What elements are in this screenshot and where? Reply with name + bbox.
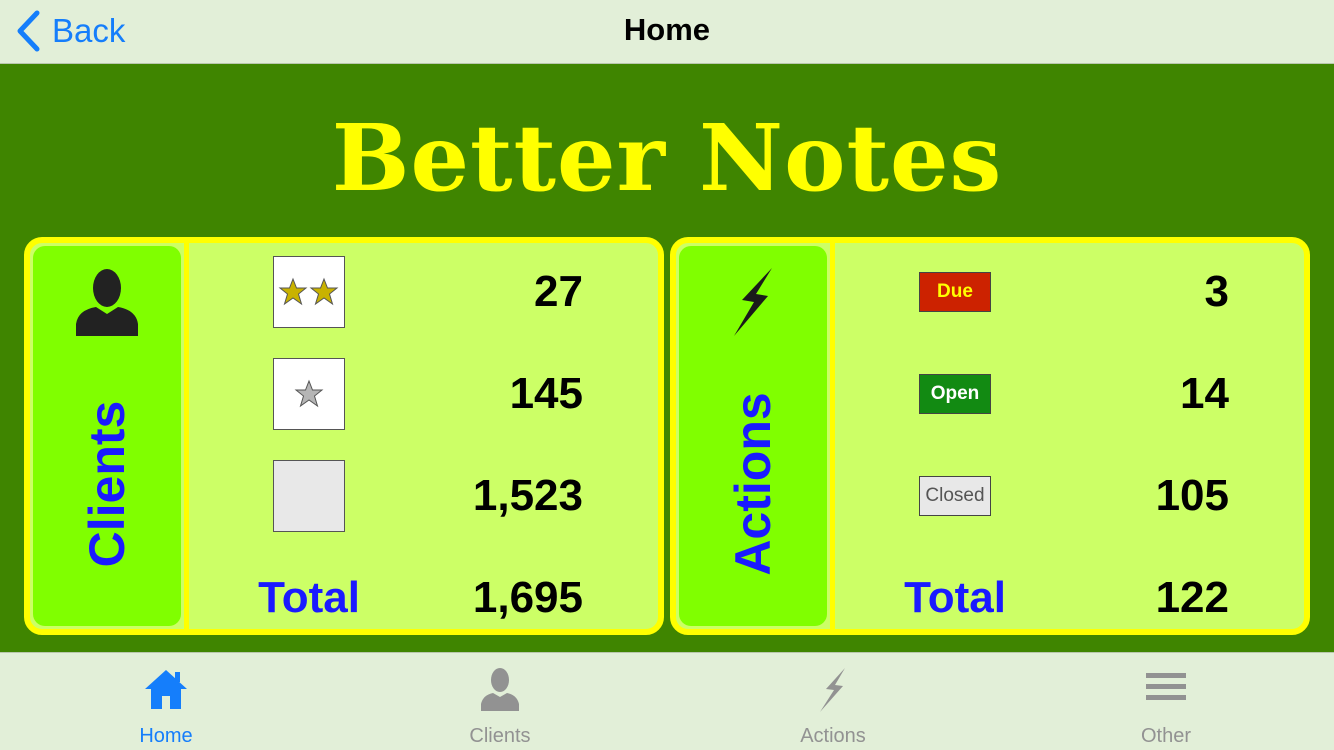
- lightning-icon: [679, 266, 827, 338]
- lightning-icon: [733, 667, 933, 713]
- clients-side-bar[interactable]: Clients: [33, 246, 181, 626]
- home-icon: [66, 667, 266, 711]
- clients-two-star-count: 27: [534, 267, 583, 316]
- actions-label: Actions: [725, 392, 781, 576]
- clients-label: Clients: [79, 400, 135, 568]
- clients-row-no-stars[interactable]: 1,523: [189, 456, 658, 536]
- tab-home[interactable]: Home: [66, 653, 266, 750]
- star-icon: [294, 379, 324, 408]
- actions-total-row[interactable]: Total 122: [835, 558, 1304, 629]
- tab-home-label: Home: [139, 725, 193, 747]
- actions-row-open[interactable]: Open 14: [835, 354, 1304, 434]
- clients-panel[interactable]: Clients 27 145 1,523 Total 1,695: [24, 237, 664, 635]
- person-icon: [33, 266, 181, 336]
- two-stars-icon: [278, 277, 339, 306]
- actions-due-count: 3: [1204, 267, 1229, 316]
- tab-other-label: Other: [1140, 725, 1192, 747]
- open-badge: Open: [919, 374, 991, 414]
- main-content: Better Notes Clients 27 145 1,523 Total …: [0, 65, 1334, 652]
- tab-actions-label: Actions: [800, 725, 866, 747]
- clients-total-row[interactable]: Total 1,695: [189, 558, 658, 629]
- actions-panel[interactable]: Actions Due 3 Open 14 Closed 105 Total 1…: [670, 237, 1310, 635]
- actions-total-count: 122: [1155, 573, 1229, 622]
- clients-no-star-count: 1,523: [472, 471, 583, 520]
- page-title: Home: [623, 12, 711, 47]
- navigation-bar: Back Home: [0, 0, 1334, 64]
- one-star-rating: [273, 358, 345, 430]
- due-badge: Due: [919, 272, 991, 312]
- clients-row-one-star[interactable]: 145: [189, 354, 658, 434]
- person-icon: [400, 667, 600, 711]
- tab-bar: Home Clients Actions Other: [0, 652, 1334, 750]
- actions-total-label: Total: [904, 573, 1006, 622]
- clients-one-star-count: 145: [509, 369, 583, 418]
- no-star-rating: [273, 460, 345, 532]
- clients-total-count: 1,695: [472, 573, 583, 622]
- closed-badge: Closed: [919, 476, 991, 516]
- actions-side-bar[interactable]: Actions: [679, 246, 827, 626]
- actions-closed-count: 105: [1155, 471, 1229, 520]
- tab-clients-label: Clients: [469, 725, 531, 747]
- menu-icon: [1066, 667, 1266, 705]
- actions-row-closed[interactable]: Closed 105: [835, 456, 1304, 536]
- clients-row-two-stars[interactable]: 27: [189, 252, 658, 332]
- app-title: Better Notes: [331, 104, 1003, 212]
- tab-clients[interactable]: Clients: [400, 653, 600, 750]
- tab-actions[interactable]: Actions: [733, 653, 933, 750]
- clients-total-label: Total: [258, 573, 360, 622]
- actions-row-due[interactable]: Due 3: [835, 252, 1304, 332]
- actions-open-count: 14: [1180, 369, 1229, 418]
- two-star-rating: [273, 256, 345, 328]
- tab-other[interactable]: Other: [1066, 653, 1266, 750]
